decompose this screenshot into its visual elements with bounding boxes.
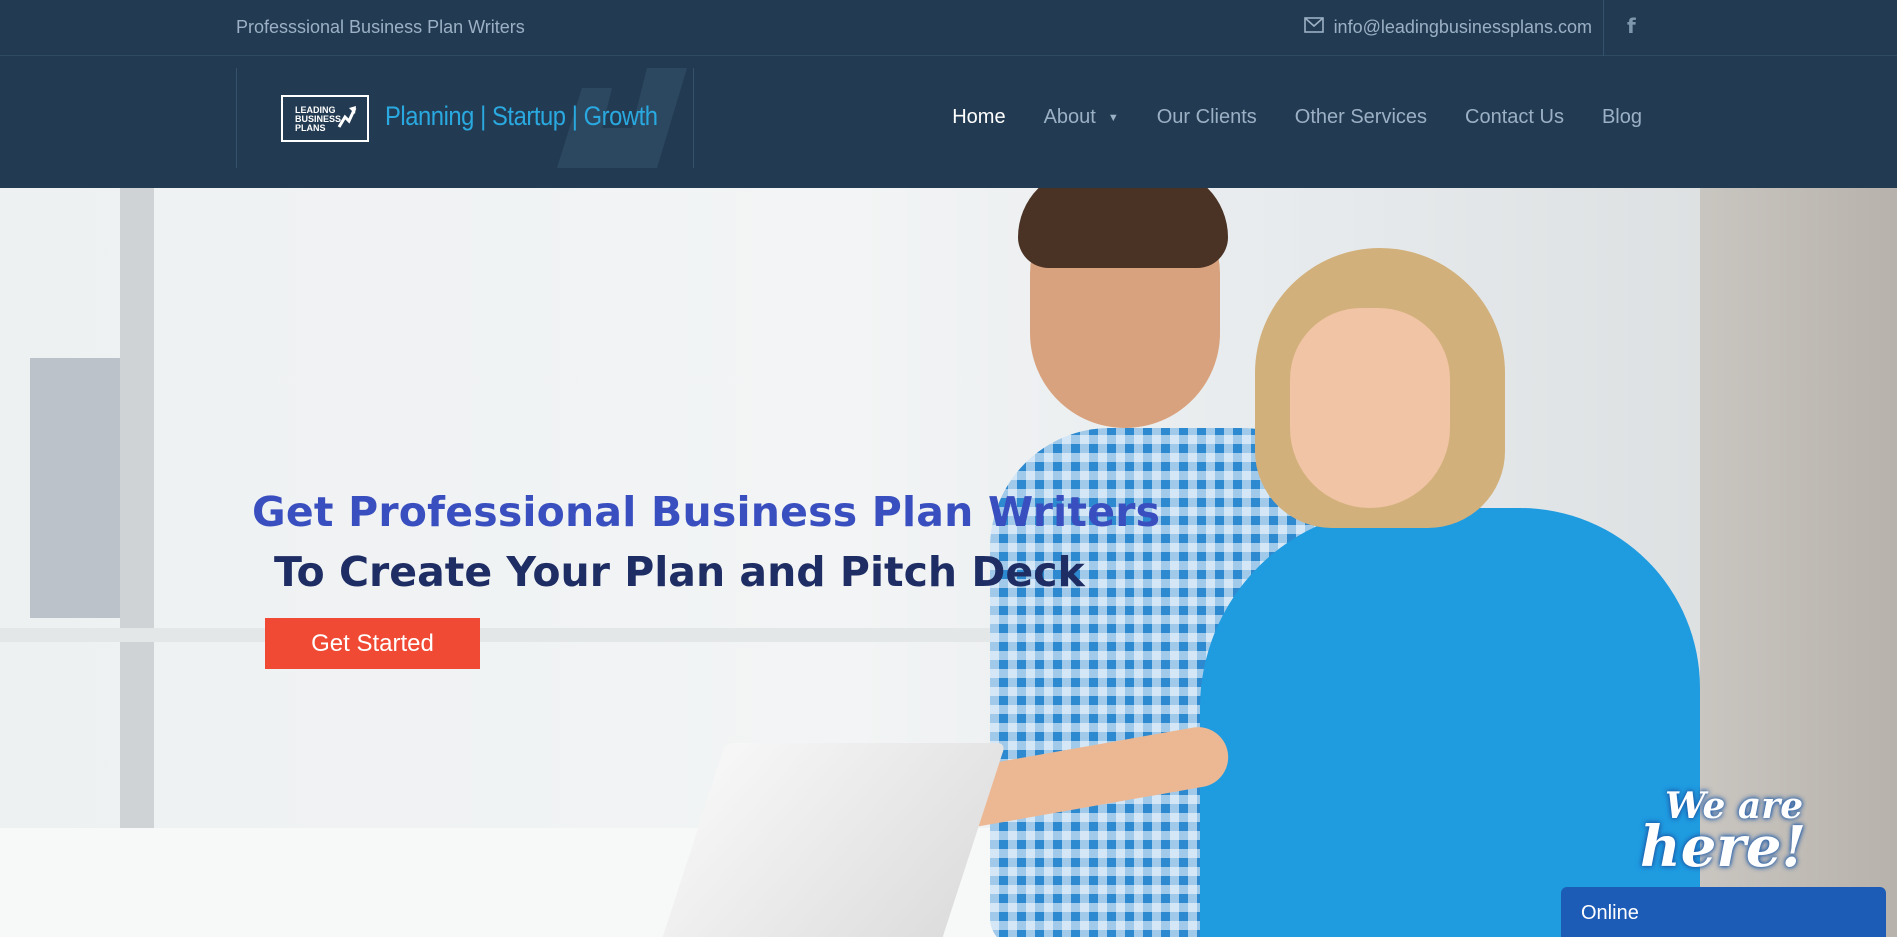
hero-headline: Get Professional Business Plan Writers: [252, 488, 1161, 536]
site-header: LEADING BUSINESS PLANS Planning | Startu…: [0, 56, 1897, 188]
logo-arrow-icon: [337, 106, 357, 128]
top-tagline: Professsional Business Plan Writers: [236, 17, 525, 37]
hero-subline: To Create Your Plan and Pitch Deck: [274, 548, 1085, 596]
nav-home[interactable]: Home: [952, 106, 1005, 129]
nav-blog-label: Blog: [1601, 106, 1642, 128]
chat-status: Online: [1581, 902, 1639, 924]
get-started-button[interactable]: Get Started: [265, 618, 480, 669]
we-are-here-badge[interactable]: We are here!: [1640, 788, 1820, 890]
nav-other-services-label: Other Services: [1294, 106, 1428, 128]
woman-face: [1290, 308, 1450, 508]
facebook-icon[interactable]: f: [1627, 14, 1636, 38]
background-building: [30, 358, 120, 618]
main-nav: Home About ▼ Our Clients Other Services C…: [952, 106, 1642, 129]
nav-blog[interactable]: Blog: [1602, 106, 1642, 129]
hero-banner: Get Professional Business Plan Writers T…: [0, 188, 1897, 937]
nav-home-label: Home: [952, 106, 1006, 128]
email-link[interactable]: info@leadingbusinessplans.com: [1303, 17, 1592, 38]
nav-about-label: About: [1043, 106, 1096, 128]
nav-our-clients[interactable]: Our Clients: [1157, 106, 1257, 129]
topbar-divider: [1603, 0, 1604, 56]
background-column: [120, 188, 154, 937]
nav-contact-us-label: Contact Us: [1465, 106, 1564, 128]
logo-mark: LEADING BUSINESS PLANS: [281, 95, 369, 142]
woman-figure: [1200, 508, 1700, 937]
nav-contact-us[interactable]: Contact Us: [1465, 106, 1564, 129]
envelope-icon: [1303, 17, 1324, 38]
nav-other-services[interactable]: Other Services: [1295, 106, 1427, 129]
background-railing: [0, 628, 1100, 642]
site-logo[interactable]: LEADING BUSINESS PLANS Planning | Startu…: [236, 68, 694, 168]
logo-tagline: Planning | Startup | Growth: [385, 101, 658, 131]
nav-about[interactable]: About ▼: [1044, 106, 1119, 129]
nav-our-clients-label: Our Clients: [1156, 106, 1257, 128]
caret-down-icon: ▼: [1107, 111, 1119, 124]
email-address: info@leadingbusinessplans.com: [1333, 17, 1592, 37]
man-hair: [1018, 188, 1228, 268]
chat-widget-bar[interactable]: Online: [1561, 887, 1886, 937]
badge-line2: here!: [1640, 814, 1807, 881]
top-bar: Professsional Business Plan Writers info…: [0, 0, 1897, 56]
